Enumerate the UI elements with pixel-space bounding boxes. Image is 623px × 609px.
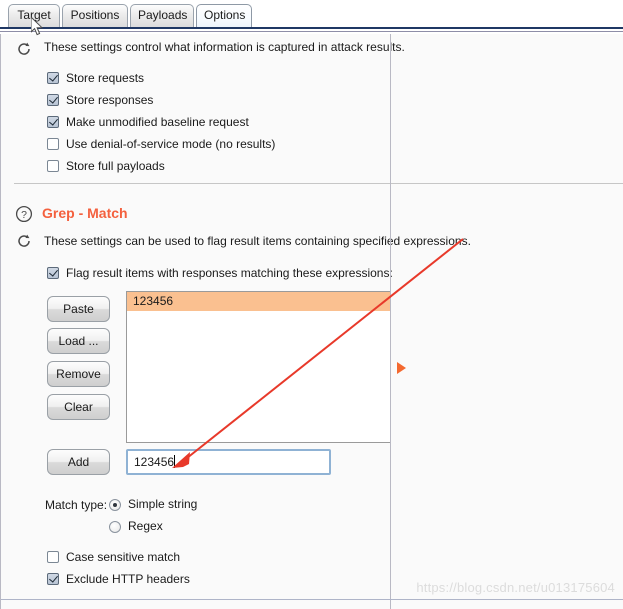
checkbox-box <box>47 267 59 279</box>
grep-match-title-sub: Match <box>87 205 128 221</box>
checkbox-box <box>47 72 59 84</box>
checkbox-label: Store full payloads <box>66 159 165 173</box>
remove-button[interactable]: Remove <box>47 361 110 387</box>
attack-results-description: These settings control what information … <box>44 40 405 54</box>
checkbox-box <box>47 94 59 106</box>
add-expression-input-value: 123456 <box>134 455 175 469</box>
grep-match-title-main: Grep <box>42 205 75 221</box>
paste-button[interactable]: Paste <box>47 296 110 322</box>
refresh-icon-attack-results[interactable] <box>15 40 33 58</box>
expressions-listbox[interactable]: 123456 <box>126 291 391 443</box>
clear-button[interactable]: Clear <box>47 394 110 420</box>
tab-payloads[interactable]: Payloads <box>130 4 194 27</box>
panel-vertical-separator <box>390 34 391 609</box>
text-caret <box>174 455 176 468</box>
checkbox-label: Make unmodified baseline request <box>66 115 249 129</box>
section-divider <box>14 183 623 184</box>
refresh-icon-grep-match[interactable] <box>15 232 33 250</box>
add-expression-input[interactable]: 123456 <box>126 449 331 475</box>
checkbox-label: Store responses <box>66 93 154 107</box>
checkbox-label: Exclude HTTP headers <box>66 572 190 586</box>
grep-match-title: Grep - Match <box>42 205 128 221</box>
checkbox-box <box>47 551 59 563</box>
tab-underline-secondary <box>0 31 623 32</box>
checkbox-box <box>47 116 59 128</box>
checkbox-label: Case sensitive match <box>66 550 181 564</box>
help-icon-grep-match[interactable]: ? <box>15 205 33 223</box>
tab-bar: Target Positions Payloads Options <box>0 0 623 32</box>
checkbox-box <box>47 573 59 585</box>
radio-button <box>109 499 121 511</box>
tab-positions[interactable]: Positions <box>62 4 128 27</box>
checkbox-box <box>47 138 59 150</box>
checkbox-label: Use denial-of-service mode (no results) <box>66 137 276 151</box>
load-button[interactable]: Load ... <box>47 328 110 354</box>
checkbox-label: Flag result items with responses matchin… <box>66 266 393 280</box>
grep-match-title-separator: - <box>74 205 88 221</box>
tab-target[interactable]: Target <box>8 4 60 27</box>
match-type-label: Match type: <box>45 498 108 512</box>
expand-triangle-icon[interactable] <box>397 362 406 374</box>
radio-label: Regex <box>128 519 163 533</box>
radio-button <box>109 521 121 533</box>
svg-text:?: ? <box>21 209 27 221</box>
watermark-text: https://blog.csdn.net/u013175604 <box>416 580 615 595</box>
checkbox-label: Store requests <box>66 71 145 85</box>
options-panel: These settings control what information … <box>0 34 623 609</box>
panel-bottom-divider <box>1 599 623 600</box>
checkbox-box <box>47 160 59 172</box>
tab-options[interactable]: Options <box>196 4 252 27</box>
radio-label: Simple string <box>128 497 198 511</box>
add-button[interactable]: Add <box>47 449 110 475</box>
list-item[interactable]: 123456 <box>127 292 390 311</box>
grep-match-description: These settings can be used to flag resul… <box>44 234 471 248</box>
tab-underline-accent <box>0 27 623 29</box>
